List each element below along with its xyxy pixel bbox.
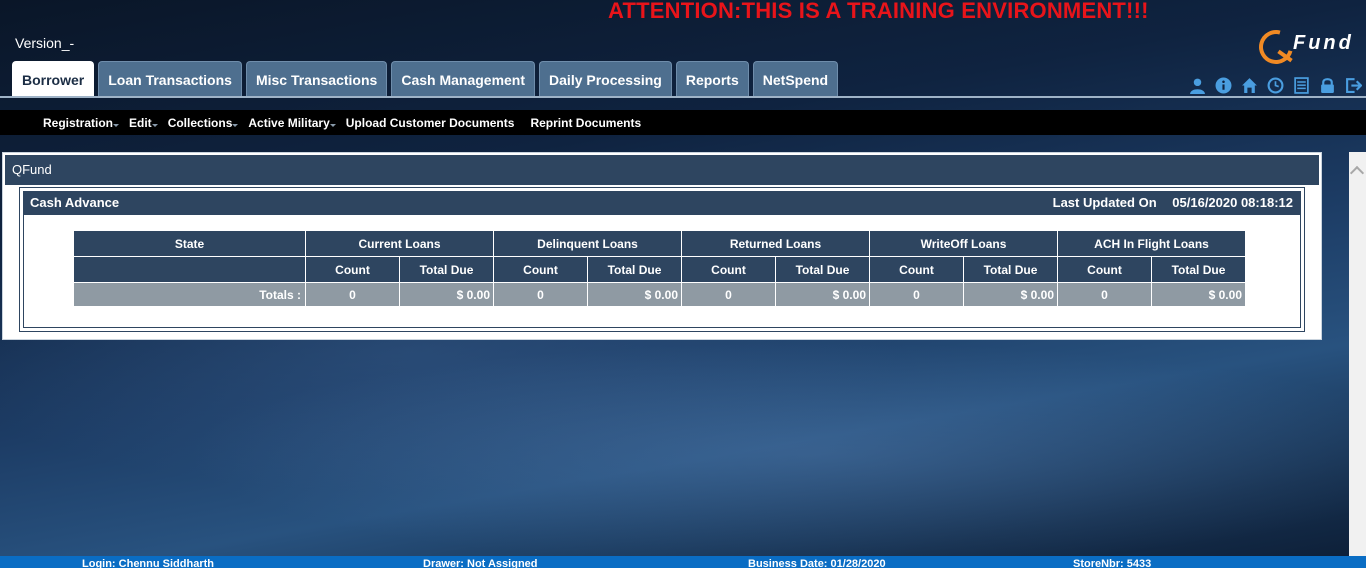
footer-store: StoreNbr: 5433 [1073,558,1152,568]
totals-due: $ 0.00 [400,283,493,307]
group-header: ACH In Flight Loans [1058,231,1245,257]
group-header: WriteOff Loans [870,231,1057,257]
count-header: Count [1058,257,1151,283]
footer-drawer: Drawer: Not Assigned [423,558,538,568]
group-header: Delinquent Loans [494,231,681,257]
logo-text: Fund [1293,32,1354,54]
footer-business-date: Business Date: 01/28/2020 [748,558,886,568]
main-tabs: Borrower Loan Transactions Misc Transact… [12,61,839,97]
training-environment-banner: ATTENTION:THIS IS A TRAINING ENVIRONMENT… [608,0,1149,23]
totals-due: $ 0.00 [776,283,869,307]
table-header-row: State Current Loans Delinquent Loans Ret… [74,231,1245,257]
submenu-upload-customer-documents[interactable]: Upload Customer Documents [338,116,523,130]
count-header: Count [494,257,587,283]
totals-count: 0 [306,283,399,307]
last-updated: Last Updated On 05/16/2020 08:18:12 [1053,191,1293,215]
totals-count: 0 [494,283,587,307]
totals-due: $ 0.00 [964,283,1057,307]
total-due-header: Total Due [588,257,681,283]
totals-label: Totals : [74,283,305,307]
loans-summary-table: State Current Loans Delinquent Loans Ret… [73,231,1246,307]
group-header: Returned Loans [682,231,869,257]
tab-misc-transactions[interactable]: Misc Transactions [245,61,388,97]
tab-cash-management[interactable]: Cash Management [391,61,536,97]
totals-due: $ 0.00 [1152,283,1245,307]
last-updated-label: Last Updated On [1052,195,1157,210]
logout-icon[interactable] [1344,76,1362,94]
totals-count: 0 [870,283,963,307]
cash-advance-box: Cash Advance Last Updated On 05/16/2020 … [19,187,1305,332]
total-due-header: Total Due [400,257,493,283]
section-title: Cash Advance [30,195,120,210]
scroll-up-icon[interactable] [1349,165,1365,181]
tab-loan-transactions[interactable]: Loan Transactions [98,61,242,97]
totals-count: 0 [1058,283,1151,307]
info-icon[interactable] [1214,76,1232,94]
tab-netspend[interactable]: NetSpend [752,61,839,97]
count-header: Count [870,257,963,283]
list-icon[interactable] [1292,76,1310,94]
count-header: Count [682,257,775,283]
total-due-header: Total Due [776,257,869,283]
count-header: Count [306,257,399,283]
clock-icon[interactable] [1266,76,1284,94]
tab-reports[interactable]: Reports [675,61,749,97]
tab-divider [0,96,1366,98]
user-icon[interactable] [1188,76,1206,94]
vertical-scrollbar[interactable] [1349,152,1366,556]
table-subheader-row: Count Total Due Count Total Due Count To… [74,257,1245,283]
totals-due: $ 0.00 [588,283,681,307]
submenu-active-military[interactable]: Active Military [240,116,337,130]
state-header: State [74,231,305,257]
cash-advance-header: Cash Advance Last Updated On 05/16/2020 … [23,191,1301,215]
sub-navigation: Registration Edit Collections Active Mil… [0,110,1366,135]
footer-login: Login: Chennu Siddharth [82,558,214,568]
total-due-header: Total Due [964,257,1057,283]
submenu-collections[interactable]: Collections [160,116,241,130]
status-footer: Login: Chennu Siddharth Drawer: Not Assi… [0,556,1366,568]
tab-daily-processing[interactable]: Daily Processing [539,61,672,97]
toolbar-icons [1188,76,1362,94]
total-due-header: Total Due [1152,257,1245,283]
submenu-reprint-documents[interactable]: Reprint Documents [522,116,649,130]
submenu-edit[interactable]: Edit [121,116,160,130]
home-icon[interactable] [1240,76,1258,94]
totals-row: Totals : 0 $ 0.00 0 $ 0.00 0 $ 0.00 0 $ … [74,283,1245,307]
totals-count: 0 [682,283,775,307]
last-updated-value: 05/16/2020 08:18:12 [1172,195,1293,210]
panel-title: QFund [5,155,1319,185]
tab-borrower[interactable]: Borrower [12,61,95,97]
qfund-logo: Fund [1252,23,1363,71]
qfund-panel: QFund Cash Advance Last Updated On 05/16… [2,152,1322,340]
submenu-registration[interactable]: Registration [35,116,121,130]
group-header: Current Loans [306,231,493,257]
lock-icon[interactable] [1318,76,1336,94]
version-label: Version_- [15,35,75,51]
